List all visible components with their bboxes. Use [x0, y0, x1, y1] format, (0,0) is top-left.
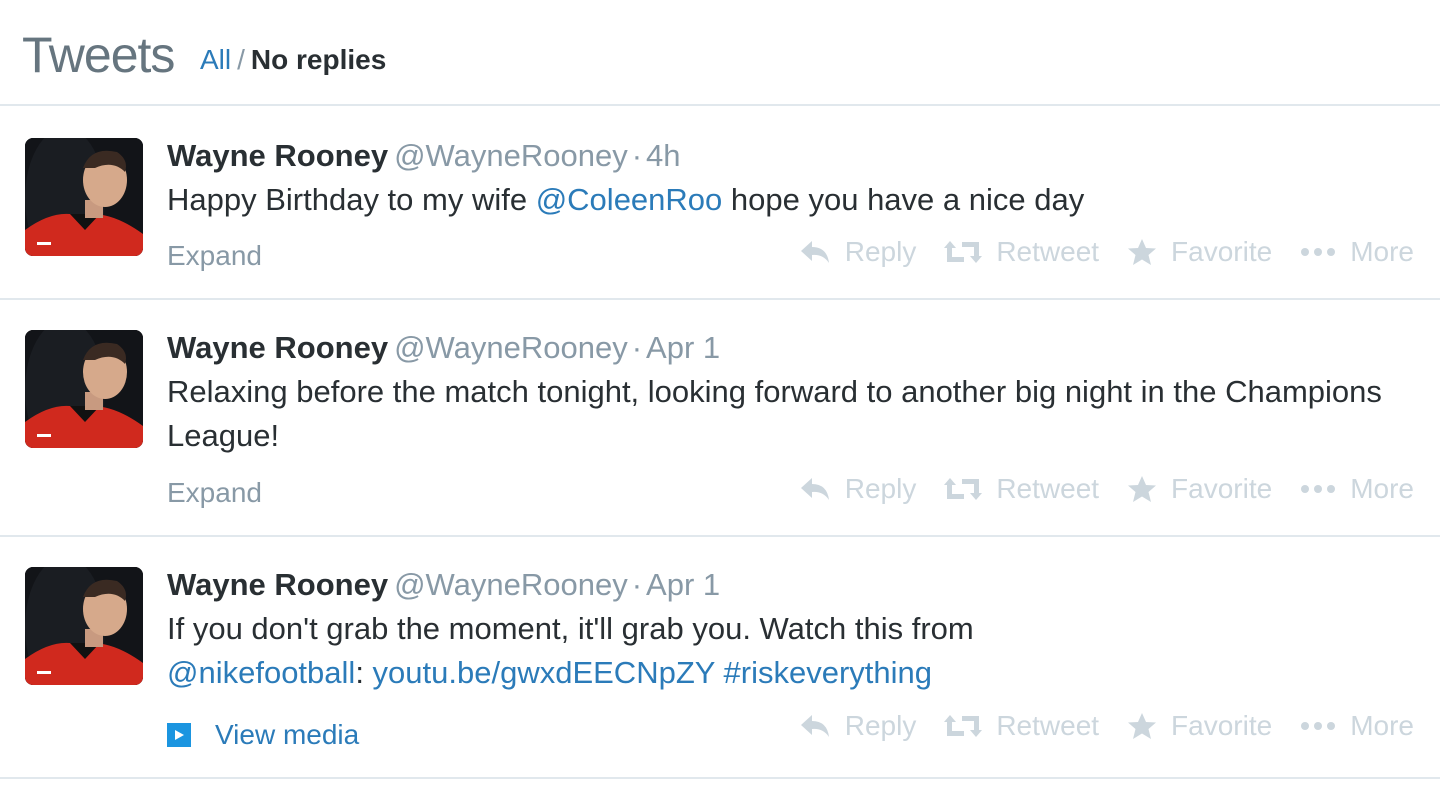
- retweet-label: Retweet: [996, 236, 1100, 267]
- retweet-label: Retweet: [996, 710, 1100, 741]
- reply-label: Reply: [844, 236, 917, 267]
- reply-label: Reply: [844, 710, 917, 741]
- reply-icon: [800, 478, 829, 500]
- expand-link[interactable]: Expand: [167, 240, 262, 272]
- tweet-timestamp[interactable]: 4h: [646, 138, 680, 173]
- hashtag-link[interactable]: #riskeverything: [724, 655, 932, 690]
- avatar-image: [25, 138, 143, 256]
- reply-icon: [800, 241, 829, 263]
- separator-dot: ·: [631, 330, 643, 365]
- avatar-image: [25, 567, 143, 685]
- retweet-icon: [944, 715, 983, 737]
- tweet-actions: Reply Retweet Favorite More: [771, 473, 1414, 505]
- tweet-text-part: hope you have a nice day: [722, 182, 1085, 217]
- author-name[interactable]: Wayne Rooney: [167, 330, 388, 365]
- star-icon: [1128, 713, 1157, 739]
- favorite-button[interactable]: Favorite: [1127, 473, 1272, 505]
- tweet-item[interactable]: Wayne Rooney @WayneRooney · Apr 1 If you do…: [0, 537, 1440, 779]
- mention-link[interactable]: @nikefootball: [167, 655, 355, 690]
- more-dots-icon: [1301, 722, 1336, 730]
- tweet-text-part: Happy Birthday to my wife: [167, 182, 536, 217]
- author-handle[interactable]: @WayneRooney: [394, 567, 628, 602]
- reply-button[interactable]: Reply: [799, 710, 917, 742]
- tweet-text: Relaxing before the match tonight, looki…: [167, 374, 1382, 453]
- filter-separator: /: [237, 44, 245, 75]
- more-button[interactable]: More: [1300, 473, 1414, 505]
- tweet-timestamp[interactable]: Apr 1: [646, 330, 720, 365]
- author-name[interactable]: Wayne Rooney: [167, 138, 388, 173]
- favorite-label: Favorite: [1171, 236, 1273, 267]
- tweet-item[interactable]: Wayne Rooney @WayneRooney · 4h Happy Birthd…: [0, 108, 1440, 300]
- separator-dot: ·: [631, 567, 643, 602]
- more-button[interactable]: More: [1300, 710, 1414, 742]
- favorite-button[interactable]: Favorite: [1127, 710, 1272, 742]
- tweet-text: Happy Birthday to my wife @ColeenRoo hop…: [167, 178, 1387, 222]
- reply-label: Reply: [844, 473, 917, 504]
- tweet-timestamp[interactable]: Apr 1: [646, 567, 720, 602]
- tweet-text-part: If you don't grab the moment, it'll grab…: [167, 611, 974, 646]
- tweet-text: If you don't grab the moment, it'll grab…: [167, 607, 1127, 695]
- tweet-header: Wayne Rooney @WayneRooney · 4h: [167, 138, 681, 174]
- retweet-button[interactable]: Retweet: [944, 236, 1099, 268]
- filter-all-link[interactable]: All: [200, 44, 231, 75]
- avatar[interactable]: [25, 567, 143, 685]
- reply-button[interactable]: Reply: [799, 473, 917, 505]
- retweet-button[interactable]: Retweet: [944, 473, 1099, 505]
- more-dots-icon: [1301, 485, 1336, 493]
- view-media-label: View media: [215, 719, 360, 750]
- separator-dot: ·: [631, 138, 643, 173]
- expand-link[interactable]: Expand: [167, 477, 262, 509]
- avatar[interactable]: [25, 138, 143, 256]
- more-label: More: [1350, 236, 1414, 267]
- tweet-filter: All / No replies: [200, 44, 386, 76]
- tweet-actions: Reply Retweet Favorite More: [771, 236, 1414, 268]
- star-icon: [1128, 476, 1157, 502]
- tweet-text-part: :: [355, 655, 373, 690]
- avatar-image: [25, 330, 143, 448]
- tweet-text-part: [715, 655, 724, 690]
- favorite-button[interactable]: Favorite: [1127, 236, 1272, 268]
- author-handle[interactable]: @WayneRooney: [394, 330, 628, 365]
- filter-no-replies[interactable]: No replies: [251, 44, 386, 75]
- author-name[interactable]: Wayne Rooney: [167, 567, 388, 602]
- retweet-button[interactable]: Retweet: [944, 710, 1099, 742]
- view-media-link[interactable]: View media: [167, 719, 359, 751]
- retweet-icon: [944, 241, 983, 263]
- tweet-item[interactable]: Wayne Rooney @WayneRooney · Apr 1 Relaxing …: [0, 300, 1440, 537]
- more-label: More: [1350, 473, 1414, 504]
- more-button[interactable]: More: [1300, 236, 1414, 268]
- url-link[interactable]: youtu.be/gwxdEECNpZY: [373, 655, 715, 690]
- timeline-header: Tweets All / No replies: [0, 0, 1440, 106]
- tweet-header: Wayne Rooney @WayneRooney · Apr 1: [167, 330, 720, 366]
- star-icon: [1128, 239, 1157, 265]
- mention-link[interactable]: @ColeenRoo: [536, 182, 723, 217]
- retweet-icon: [944, 478, 983, 500]
- tweet-actions: Reply Retweet Favorite More: [771, 710, 1414, 742]
- play-icon: [167, 723, 191, 747]
- tweet-header: Wayne Rooney @WayneRooney · Apr 1: [167, 567, 720, 603]
- favorite-label: Favorite: [1171, 473, 1273, 504]
- reply-button[interactable]: Reply: [799, 236, 917, 268]
- page-title: Tweets: [22, 27, 175, 83]
- avatar[interactable]: [25, 330, 143, 448]
- reply-icon: [800, 715, 829, 737]
- more-label: More: [1350, 710, 1414, 741]
- author-handle[interactable]: @WayneRooney: [394, 138, 628, 173]
- retweet-label: Retweet: [996, 473, 1100, 504]
- more-dots-icon: [1301, 248, 1336, 256]
- favorite-label: Favorite: [1171, 710, 1273, 741]
